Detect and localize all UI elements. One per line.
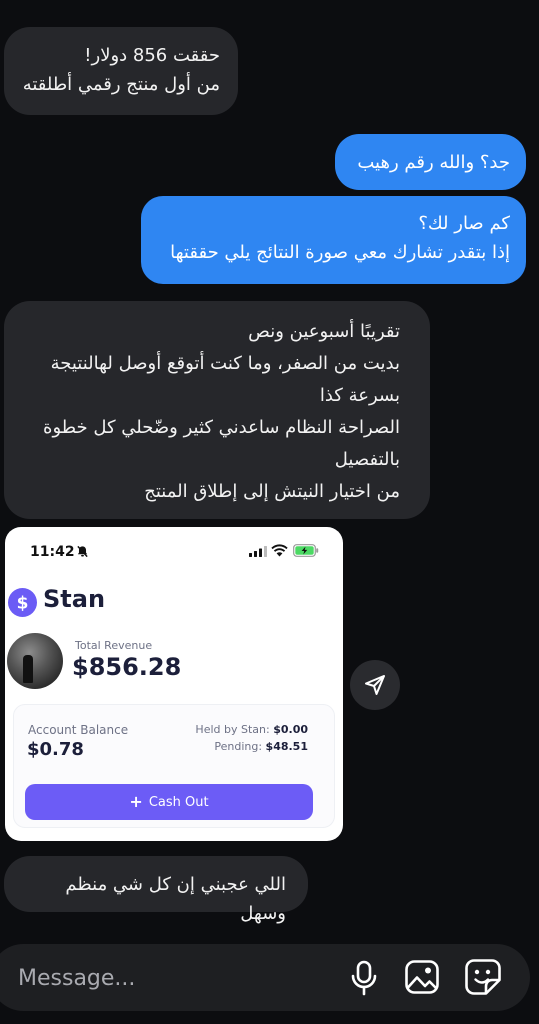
message-bubble-received[interactable]: حققت 856 دولار! من أول منتج رقمي أطلقته <box>4 27 238 115</box>
account-balance-label: Account Balance <box>28 723 129 737</box>
pending-value: $48.51 <box>265 740 308 753</box>
cash-out-label: Cash Out <box>148 794 209 810</box>
held-value: $0.00 <box>273 723 308 736</box>
message-bubble-sent[interactable]: كم صار لك؟ إذا بتقدر تشارك معي صورة النت… <box>141 196 526 284</box>
send-icon <box>365 675 385 695</box>
stan-logo-icon: $ <box>8 588 37 617</box>
svg-text:$: $ <box>17 594 29 614</box>
avatar <box>7 633 63 689</box>
battery-charging-icon <box>293 544 319 557</box>
plus-icon: + <box>129 792 143 811</box>
cash-out-button[interactable]: + Cash Out <box>25 784 313 820</box>
message-input[interactable] <box>18 958 318 998</box>
microphone-icon[interactable] <box>349 960 379 996</box>
message-bubble-received[interactable]: اللي عجبني إن كل شي منظم وسهل <box>4 856 308 924</box>
total-revenue-value: $856.28 <box>72 653 182 681</box>
shared-screenshot-card[interactable]: 11:42 $ Stan Total Revenue $856.28 Accou… <box>5 527 343 841</box>
brand-name: Stan <box>43 585 106 613</box>
share-button[interactable] <box>350 660 400 710</box>
pending-row: Pending: $48.51 <box>214 740 308 753</box>
message-bubble-received[interactable]: تقريبًا أسبوعين ونص بديت من الصفر، وما ك… <box>4 301 430 519</box>
bell-muted-icon <box>77 545 88 558</box>
avatar-figure <box>23 655 33 683</box>
total-revenue-label: Total Revenue <box>75 639 153 652</box>
held-label: Held by Stan: <box>195 723 270 736</box>
message-bubble-sent[interactable]: جد؟ والله رقم رهيب <box>335 134 526 190</box>
status-time: 11:42 <box>30 544 75 560</box>
sticker-icon[interactable] <box>464 958 502 996</box>
gallery-icon[interactable] <box>404 959 440 995</box>
account-balance-value: $0.78 <box>27 739 84 760</box>
signal-icon <box>249 546 267 557</box>
held-by-stan-row: Held by Stan: $0.00 <box>195 723 308 736</box>
pending-label: Pending: <box>214 740 263 753</box>
wifi-icon <box>271 544 288 557</box>
